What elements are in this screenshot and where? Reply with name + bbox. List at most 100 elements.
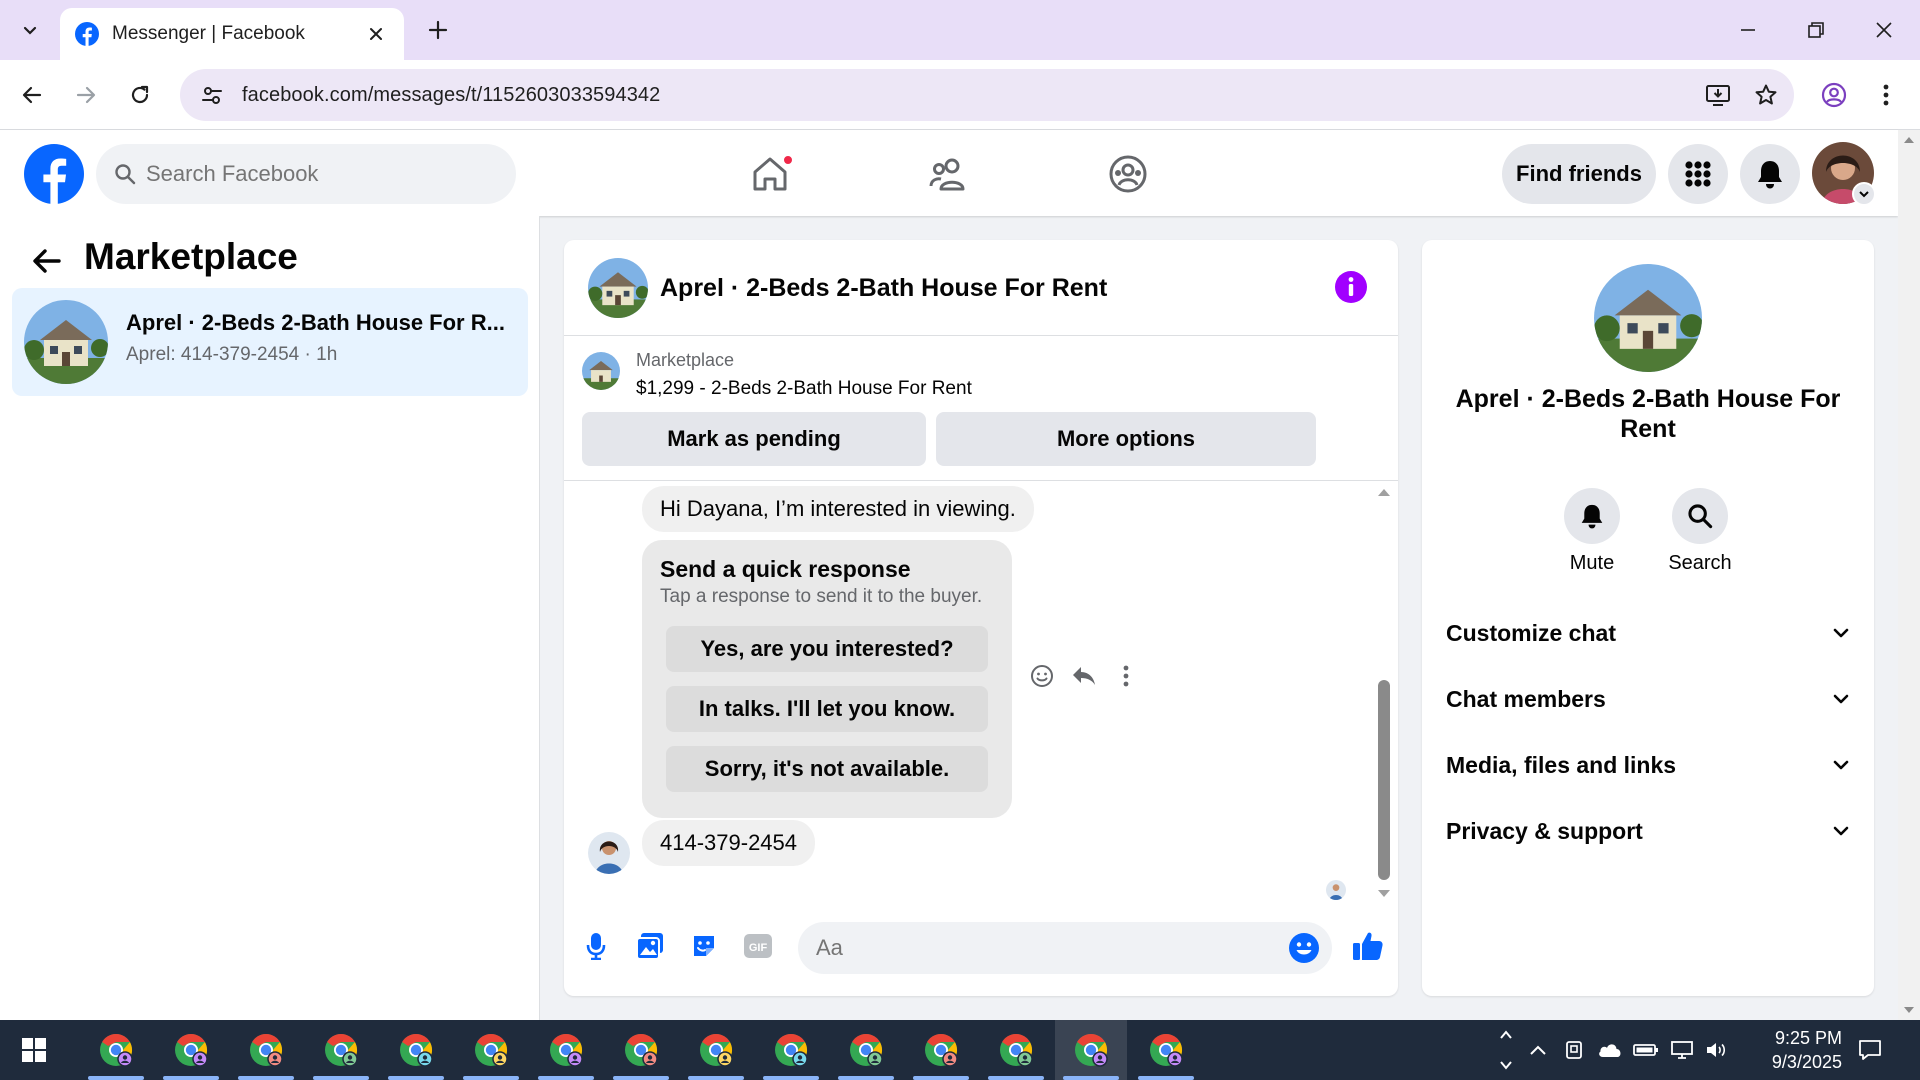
- nav-groups[interactable]: [1068, 144, 1188, 204]
- chat-members-row[interactable]: Chat members: [1446, 674, 1850, 724]
- smile-icon[interactable]: [1288, 932, 1320, 964]
- scroll-down-arrow[interactable]: [1898, 1000, 1920, 1020]
- nav-home[interactable]: [710, 144, 830, 204]
- find-friends-button[interactable]: Find friends: [1502, 144, 1656, 204]
- forward-button[interactable]: [66, 75, 106, 115]
- facebook-search[interactable]: [96, 144, 516, 204]
- message-composer[interactable]: [798, 922, 1332, 974]
- forward-icon: [76, 86, 96, 104]
- info-icon[interactable]: [1334, 270, 1368, 304]
- media-files-links-row[interactable]: Media, files and links: [1446, 740, 1850, 790]
- taskbar-clock[interactable]: 9:25 PM 9/3/2025: [1730, 1026, 1842, 1074]
- attach-photo-button[interactable]: [630, 926, 670, 966]
- taskbar-chrome-window[interactable]: [755, 1020, 827, 1080]
- tab-search-button[interactable]: [12, 12, 48, 48]
- message-bubble[interactable]: Hi Dayana, I’m interested in viewing.: [642, 486, 1034, 532]
- sticker-button[interactable]: [684, 926, 724, 966]
- chat-header-thumbnail[interactable]: [588, 258, 648, 318]
- conversation-item[interactable]: Aprel · 2-Beds 2-Bath House For R... Apr…: [12, 288, 528, 396]
- browser-tab[interactable]: Messenger | Facebook: [60, 8, 404, 60]
- taskbar-chrome-window[interactable]: [605, 1020, 677, 1080]
- quick-response-option[interactable]: Sorry, it's not available.: [666, 746, 988, 792]
- taskbar-chrome-window[interactable]: [530, 1020, 602, 1080]
- taskbar-chrome-window[interactable]: [80, 1020, 152, 1080]
- reply-button[interactable]: [1068, 660, 1100, 692]
- chat-scrollbar-thumb[interactable]: [1378, 680, 1390, 880]
- menu-button[interactable]: [1668, 144, 1728, 204]
- nav-friends[interactable]: [888, 144, 1008, 204]
- restore-button[interactable]: [1796, 10, 1836, 50]
- taskbar-chrome-window[interactable]: [680, 1020, 752, 1080]
- back-button[interactable]: [12, 75, 52, 115]
- taskbar-chrome-window[interactable]: [830, 1020, 902, 1080]
- listing-banner-item[interactable]: $1,299 - 2-Beds 2-Bath House For Rent: [636, 378, 972, 400]
- tray-device[interactable]: [1558, 1034, 1590, 1066]
- close-window-button[interactable]: [1864, 10, 1904, 50]
- taskbar-chrome-window[interactable]: [1130, 1020, 1202, 1080]
- message-bubble[interactable]: 414-379-2454: [642, 820, 816, 866]
- taskbar-chrome-window[interactable]: [305, 1020, 377, 1080]
- mute-action[interactable]: Mute: [1542, 488, 1642, 575]
- action-center-button[interactable]: [1852, 1034, 1888, 1066]
- new-tab-button[interactable]: [422, 14, 454, 46]
- search-action[interactable]: Search: [1650, 488, 1750, 575]
- privacy-support-row[interactable]: Privacy & support: [1446, 806, 1850, 856]
- chrome-icon: [775, 1034, 808, 1067]
- taskbar-scroll-arrows[interactable]: [1498, 1026, 1514, 1074]
- tray-volume[interactable]: [1700, 1034, 1732, 1066]
- scroll-up-arrow[interactable]: [1376, 486, 1392, 498]
- minimize-button[interactable]: [1728, 10, 1768, 50]
- back-to-chats-button[interactable]: [24, 238, 70, 284]
- taskbar-chrome-window[interactable]: [905, 1020, 977, 1080]
- quick-response-card: Send a quick response Tap a response to …: [642, 540, 1012, 818]
- tray-battery[interactable]: [1630, 1034, 1662, 1066]
- page-scrollbar[interactable]: [1898, 130, 1920, 1020]
- listing-banner-label: Marketplace: [636, 350, 735, 370]
- scroll-down-arrow[interactable]: [1376, 888, 1392, 900]
- mute-button[interactable]: [1564, 488, 1620, 544]
- address-bar[interactable]: facebook.com/messages/t/1152603033594342: [180, 69, 1794, 121]
- facebook-logo-icon[interactable]: [24, 144, 84, 204]
- chat-title[interactable]: Aprel · 2-Beds 2-Bath House For Rent: [660, 274, 1107, 303]
- start-button[interactable]: [14, 1030, 54, 1070]
- taskbar-chrome-window[interactable]: [380, 1020, 452, 1080]
- more-actions-button[interactable]: [1110, 660, 1142, 692]
- profile-button[interactable]: [1814, 75, 1854, 115]
- gif-button[interactable]: GIF: [738, 926, 778, 966]
- close-tab-button[interactable]: [362, 20, 390, 48]
- url-text[interactable]: facebook.com/messages/t/1152603033594342: [242, 84, 1698, 107]
- tray-onedrive[interactable]: [1594, 1034, 1626, 1066]
- scroll-up-arrow[interactable]: [1898, 130, 1920, 150]
- browser-menu-button[interactable]: [1866, 75, 1906, 115]
- profile-icon: [1821, 82, 1847, 108]
- notifications-button[interactable]: [1740, 144, 1800, 204]
- taskbar-chrome-window[interactable]: [455, 1020, 527, 1080]
- facebook-search-input[interactable]: [146, 161, 486, 187]
- friends-icon: [929, 158, 965, 191]
- search-icon: [1688, 504, 1713, 529]
- taskbar-chrome-window[interactable]: [155, 1020, 227, 1080]
- reload-button[interactable]: [120, 75, 160, 115]
- tray-network[interactable]: [1666, 1034, 1698, 1066]
- react-button[interactable]: [1026, 660, 1058, 692]
- listing-banner-thumbnail[interactable]: [582, 352, 620, 390]
- sender-avatar[interactable]: [588, 832, 630, 874]
- taskbar-chrome-window[interactable]: [980, 1020, 1052, 1080]
- show-hidden-icons[interactable]: [1522, 1034, 1554, 1066]
- bookmark-button[interactable]: [1746, 75, 1786, 115]
- message-input[interactable]: [816, 935, 1256, 961]
- quick-response-option[interactable]: In talks. I'll let you know.: [666, 686, 988, 732]
- voice-clip-button[interactable]: [576, 926, 616, 966]
- taskbar-chrome-window[interactable]: [1055, 1020, 1127, 1080]
- account-caret[interactable]: [1852, 182, 1876, 206]
- customize-chat-row[interactable]: Customize chat: [1446, 608, 1850, 658]
- send-like-button[interactable]: [1348, 926, 1388, 966]
- mark-as-pending-button[interactable]: Mark as pending: [582, 412, 926, 466]
- site-info-icon[interactable]: [200, 83, 224, 107]
- search-in-chat-button[interactable]: [1672, 488, 1728, 544]
- install-app-button[interactable]: [1698, 75, 1738, 115]
- more-options-button[interactable]: More options: [936, 412, 1316, 466]
- quick-response-option[interactable]: Yes, are you interested?: [666, 626, 988, 672]
- emoji-icon: [1031, 665, 1053, 687]
- taskbar-chrome-window[interactable]: [230, 1020, 302, 1080]
